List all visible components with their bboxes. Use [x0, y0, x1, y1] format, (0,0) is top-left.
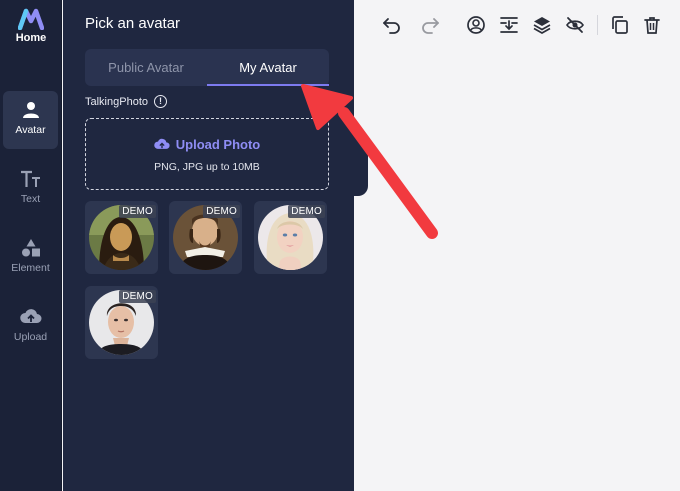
upload-photo-button[interactable]: Upload Photo [86, 137, 328, 152]
upload-photo-label: Upload Photo [175, 137, 261, 152]
shapes-icon [21, 239, 40, 257]
demo-badge: DEMO [119, 205, 156, 218]
rail-item-text[interactable]: Text [3, 160, 58, 218]
rail-item-label: Avatar [15, 124, 46, 136]
hide-button[interactable] [563, 13, 587, 37]
avatar-settings-button[interactable] [464, 13, 488, 37]
align-icon [500, 17, 518, 33]
rail-item-element[interactable]: Element [3, 229, 58, 287]
undo-button[interactable] [380, 13, 404, 37]
duplicate-button[interactable] [608, 13, 632, 37]
avatar-card-shakespeare[interactable]: DEMO [169, 201, 242, 274]
demo-badge: DEMO [119, 290, 156, 303]
tab-my-avatar[interactable]: My Avatar [207, 49, 329, 86]
panel-title: Pick an avatar [85, 15, 181, 32]
align-button[interactable] [497, 13, 521, 37]
canvas-toolbar [380, 12, 664, 38]
hide-icon [566, 17, 584, 33]
home-button[interactable]: Home [0, 8, 62, 44]
cloud-upload-icon [153, 138, 170, 149]
section-label: TalkingPhoto [85, 95, 148, 108]
toolbar-divider [597, 15, 598, 35]
avatar-card-mona-lisa[interactable]: DEMO [85, 201, 158, 274]
tab-public-avatar[interactable]: Public Avatar [85, 49, 207, 86]
logo-icon [18, 8, 44, 30]
redo-button[interactable] [418, 13, 442, 37]
rail-item-avatar[interactable]: Avatar [3, 91, 58, 149]
text-icon [20, 170, 40, 187]
demo-badge: DEMO [203, 205, 240, 218]
redo-icon [422, 18, 439, 34]
rail-item-label: Text [20, 193, 41, 205]
avatar-circle-icon [467, 16, 485, 34]
rail-item-label: Element [11, 262, 50, 274]
layers-button[interactable] [530, 13, 554, 37]
duplicate-icon [612, 16, 628, 34]
left-rail: Home Avatar Text Element Upload [0, 0, 62, 491]
upload-photo-dropzone[interactable]: Upload Photo PNG, JPG up to 10MB [85, 118, 329, 190]
rail-item-upload[interactable]: Upload [3, 298, 58, 356]
avatar-panel: Pick an avatar Public Avatar My Avatar T… [63, 0, 354, 491]
avatar-tabs: Public Avatar My Avatar [85, 49, 329, 86]
delete-button[interactable] [640, 13, 664, 37]
panel-collapse-handle[interactable] [354, 130, 368, 196]
avatar-card-young-man[interactable]: DEMO [85, 286, 158, 359]
home-label: Home [15, 32, 47, 44]
demo-badge: DEMO [288, 205, 325, 218]
layers-icon [533, 17, 551, 34]
rail-item-label: Upload [13, 331, 48, 343]
info-icon[interactable]: ! [154, 95, 167, 108]
delete-icon [644, 17, 660, 34]
person-icon [22, 102, 39, 118]
undo-icon [383, 18, 400, 34]
avatar-card-blonde-woman[interactable]: DEMO [254, 201, 327, 274]
cloud-upload-icon [19, 309, 41, 323]
section-header: TalkingPhoto ! [85, 95, 167, 108]
upload-hint: PNG, JPG up to 10MB [154, 161, 260, 173]
